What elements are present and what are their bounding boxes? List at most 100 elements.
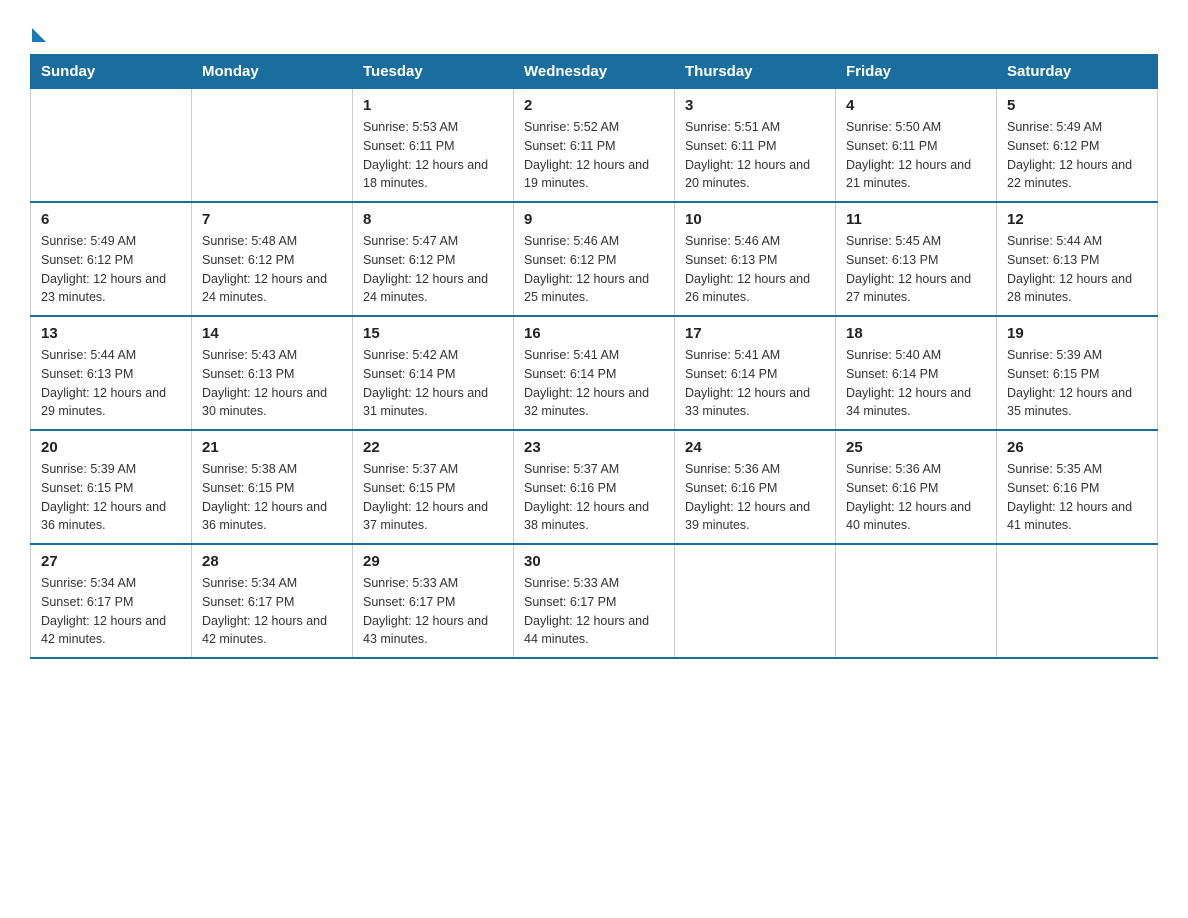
calendar-cell: 6Sunrise: 5:49 AMSunset: 6:12 PMDaylight… <box>31 202 192 316</box>
calendar-cell: 25 Sunrise: 5:36 AMSunset: 6:16 PMDayligh… <box>836 430 997 544</box>
day-number: 8 <box>363 211 503 228</box>
day-number: 27 <box>41 553 181 570</box>
day-info: Sunrise: 5:39 AMSunset: 6:15 PMDaylight:… <box>41 460 181 535</box>
day-number: 10 <box>685 211 825 228</box>
day-number: 26 <box>1007 439 1147 456</box>
day-number: 1 <box>363 97 503 114</box>
calendar-table: SundayMondayTuesdayWednesdayThursdayFrid… <box>30 54 1158 659</box>
calendar-cell: 26 Sunrise: 5:35 AMSunset: 6:16 PMDayligh… <box>997 430 1158 544</box>
day-info: Sunrise: 5:50 AMSunset: 6:11 PMDaylight:… <box>846 118 986 193</box>
calendar-cell: 21 Sunrise: 5:38 AMSunset: 6:15 PMDayligh… <box>192 430 353 544</box>
calendar-cell: 1Sunrise: 5:53 AMSunset: 6:11 PMDaylight… <box>353 89 514 203</box>
day-number: 4 <box>846 97 986 114</box>
day-info: Sunrise: 5:41 AMSunset: 6:14 PMDaylight:… <box>524 346 664 421</box>
calendar-week-row: 1Sunrise: 5:53 AMSunset: 6:11 PMDaylight… <box>31 89 1158 203</box>
day-info: Sunrise: 5:37 AMSunset: 6:16 PMDaylight:… <box>524 460 664 535</box>
day-number: 15 <box>363 325 503 342</box>
calendar-cell: 18 Sunrise: 5:40 AMSunset: 6:14 PMDayligh… <box>836 316 997 430</box>
calendar-cell: 9Sunrise: 5:46 AMSunset: 6:12 PMDaylight… <box>514 202 675 316</box>
logo <box>30 20 46 36</box>
calendar-cell <box>192 89 353 203</box>
day-info: Sunrise: 5:49 AMSunset: 6:12 PMDaylight:… <box>41 232 181 307</box>
calendar-cell: 14 Sunrise: 5:43 AMSunset: 6:13 PMDayligh… <box>192 316 353 430</box>
calendar-cell: 10 Sunrise: 5:46 AMSunset: 6:13 PMDayligh… <box>675 202 836 316</box>
day-info: Sunrise: 5:33 AMSunset: 6:17 PMDaylight:… <box>524 574 664 649</box>
calendar-cell: 27Sunrise: 5:34 AMSunset: 6:17 PMDayligh… <box>31 544 192 658</box>
day-info: Sunrise: 5:36 AMSunset: 6:16 PMDaylight:… <box>685 460 825 535</box>
calendar-cell: 3 Sunrise: 5:51 AMSunset: 6:11 PMDaylight… <box>675 89 836 203</box>
day-number: 17 <box>685 325 825 342</box>
calendar-cell: 20Sunrise: 5:39 AMSunset: 6:15 PMDayligh… <box>31 430 192 544</box>
logo-triangle-icon <box>32 28 46 42</box>
calendar-cell: 11 Sunrise: 5:45 AMSunset: 6:13 PMDayligh… <box>836 202 997 316</box>
calendar-cell: 13 Sunrise: 5:44 AMSunset: 6:13 PMDayligh… <box>31 316 192 430</box>
column-header-monday: Monday <box>192 55 353 89</box>
calendar-cell <box>997 544 1158 658</box>
day-number: 11 <box>846 211 986 228</box>
day-number: 23 <box>524 439 664 456</box>
day-number: 14 <box>202 325 342 342</box>
calendar-cell: 16 Sunrise: 5:41 AMSunset: 6:14 PMDayligh… <box>514 316 675 430</box>
column-header-thursday: Thursday <box>675 55 836 89</box>
calendar-week-row: 20Sunrise: 5:39 AMSunset: 6:15 PMDayligh… <box>31 430 1158 544</box>
day-info: Sunrise: 5:39 AMSunset: 6:15 PMDaylight:… <box>1007 346 1147 421</box>
column-header-sunday: Sunday <box>31 55 192 89</box>
day-number: 21 <box>202 439 342 456</box>
day-number: 2 <box>524 97 664 114</box>
day-number: 12 <box>1007 211 1147 228</box>
day-info: Sunrise: 5:37 AMSunset: 6:15 PMDaylight:… <box>363 460 503 535</box>
day-number: 5 <box>1007 97 1147 114</box>
calendar-cell: 17 Sunrise: 5:41 AMSunset: 6:14 PMDayligh… <box>675 316 836 430</box>
column-header-saturday: Saturday <box>997 55 1158 89</box>
calendar-cell <box>675 544 836 658</box>
page-header <box>30 20 1158 36</box>
day-number: 25 <box>846 439 986 456</box>
day-info: Sunrise: 5:52 AMSunset: 6:11 PMDaylight:… <box>524 118 664 193</box>
day-info: Sunrise: 5:34 AMSunset: 6:17 PMDaylight:… <box>202 574 342 649</box>
calendar-cell: 19Sunrise: 5:39 AMSunset: 6:15 PMDayligh… <box>997 316 1158 430</box>
calendar-cell: 28 Sunrise: 5:34 AMSunset: 6:17 PMDayligh… <box>192 544 353 658</box>
day-info: Sunrise: 5:51 AMSunset: 6:11 PMDaylight:… <box>685 118 825 193</box>
calendar-cell: 30 Sunrise: 5:33 AMSunset: 6:17 PMDayligh… <box>514 544 675 658</box>
calendar-cell: 4 Sunrise: 5:50 AMSunset: 6:11 PMDaylight… <box>836 89 997 203</box>
day-number: 7 <box>202 211 342 228</box>
day-info: Sunrise: 5:45 AMSunset: 6:13 PMDaylight:… <box>846 232 986 307</box>
column-header-wednesday: Wednesday <box>514 55 675 89</box>
calendar-cell: 7 Sunrise: 5:48 AMSunset: 6:12 PMDaylight… <box>192 202 353 316</box>
calendar-cell: 2 Sunrise: 5:52 AMSunset: 6:11 PMDaylight… <box>514 89 675 203</box>
day-number: 29 <box>363 553 503 570</box>
day-number: 28 <box>202 553 342 570</box>
day-info: Sunrise: 5:43 AMSunset: 6:13 PMDaylight:… <box>202 346 342 421</box>
day-info: Sunrise: 5:38 AMSunset: 6:15 PMDaylight:… <box>202 460 342 535</box>
calendar-cell: 22 Sunrise: 5:37 AMSunset: 6:15 PMDayligh… <box>353 430 514 544</box>
day-number: 18 <box>846 325 986 342</box>
calendar-cell: 29Sunrise: 5:33 AMSunset: 6:17 PMDayligh… <box>353 544 514 658</box>
column-header-tuesday: Tuesday <box>353 55 514 89</box>
day-info: Sunrise: 5:40 AMSunset: 6:14 PMDaylight:… <box>846 346 986 421</box>
day-info: Sunrise: 5:47 AMSunset: 6:12 PMDaylight:… <box>363 232 503 307</box>
day-number: 30 <box>524 553 664 570</box>
day-info: Sunrise: 5:44 AMSunset: 6:13 PMDaylight:… <box>1007 232 1147 307</box>
day-number: 16 <box>524 325 664 342</box>
calendar-cell: 8 Sunrise: 5:47 AMSunset: 6:12 PMDaylight… <box>353 202 514 316</box>
day-info: Sunrise: 5:44 AMSunset: 6:13 PMDaylight:… <box>41 346 181 421</box>
day-number: 9 <box>524 211 664 228</box>
column-header-friday: Friday <box>836 55 997 89</box>
day-info: Sunrise: 5:48 AMSunset: 6:12 PMDaylight:… <box>202 232 342 307</box>
day-info: Sunrise: 5:36 AMSunset: 6:16 PMDaylight:… <box>846 460 986 535</box>
calendar-cell: 5Sunrise: 5:49 AMSunset: 6:12 PMDaylight… <box>997 89 1158 203</box>
calendar-cell: 23 Sunrise: 5:37 AMSunset: 6:16 PMDayligh… <box>514 430 675 544</box>
day-info: Sunrise: 5:35 AMSunset: 6:16 PMDaylight:… <box>1007 460 1147 535</box>
day-number: 3 <box>685 97 825 114</box>
day-info: Sunrise: 5:41 AMSunset: 6:14 PMDaylight:… <box>685 346 825 421</box>
calendar-cell <box>836 544 997 658</box>
day-number: 22 <box>363 439 503 456</box>
calendar-header-row: SundayMondayTuesdayWednesdayThursdayFrid… <box>31 55 1158 89</box>
calendar-cell: 12 Sunrise: 5:44 AMSunset: 6:13 PMDayligh… <box>997 202 1158 316</box>
calendar-week-row: 6Sunrise: 5:49 AMSunset: 6:12 PMDaylight… <box>31 202 1158 316</box>
day-info: Sunrise: 5:42 AMSunset: 6:14 PMDaylight:… <box>363 346 503 421</box>
day-number: 24 <box>685 439 825 456</box>
day-number: 13 <box>41 325 181 342</box>
day-info: Sunrise: 5:46 AMSunset: 6:13 PMDaylight:… <box>685 232 825 307</box>
calendar-week-row: 13 Sunrise: 5:44 AMSunset: 6:13 PMDayligh… <box>31 316 1158 430</box>
